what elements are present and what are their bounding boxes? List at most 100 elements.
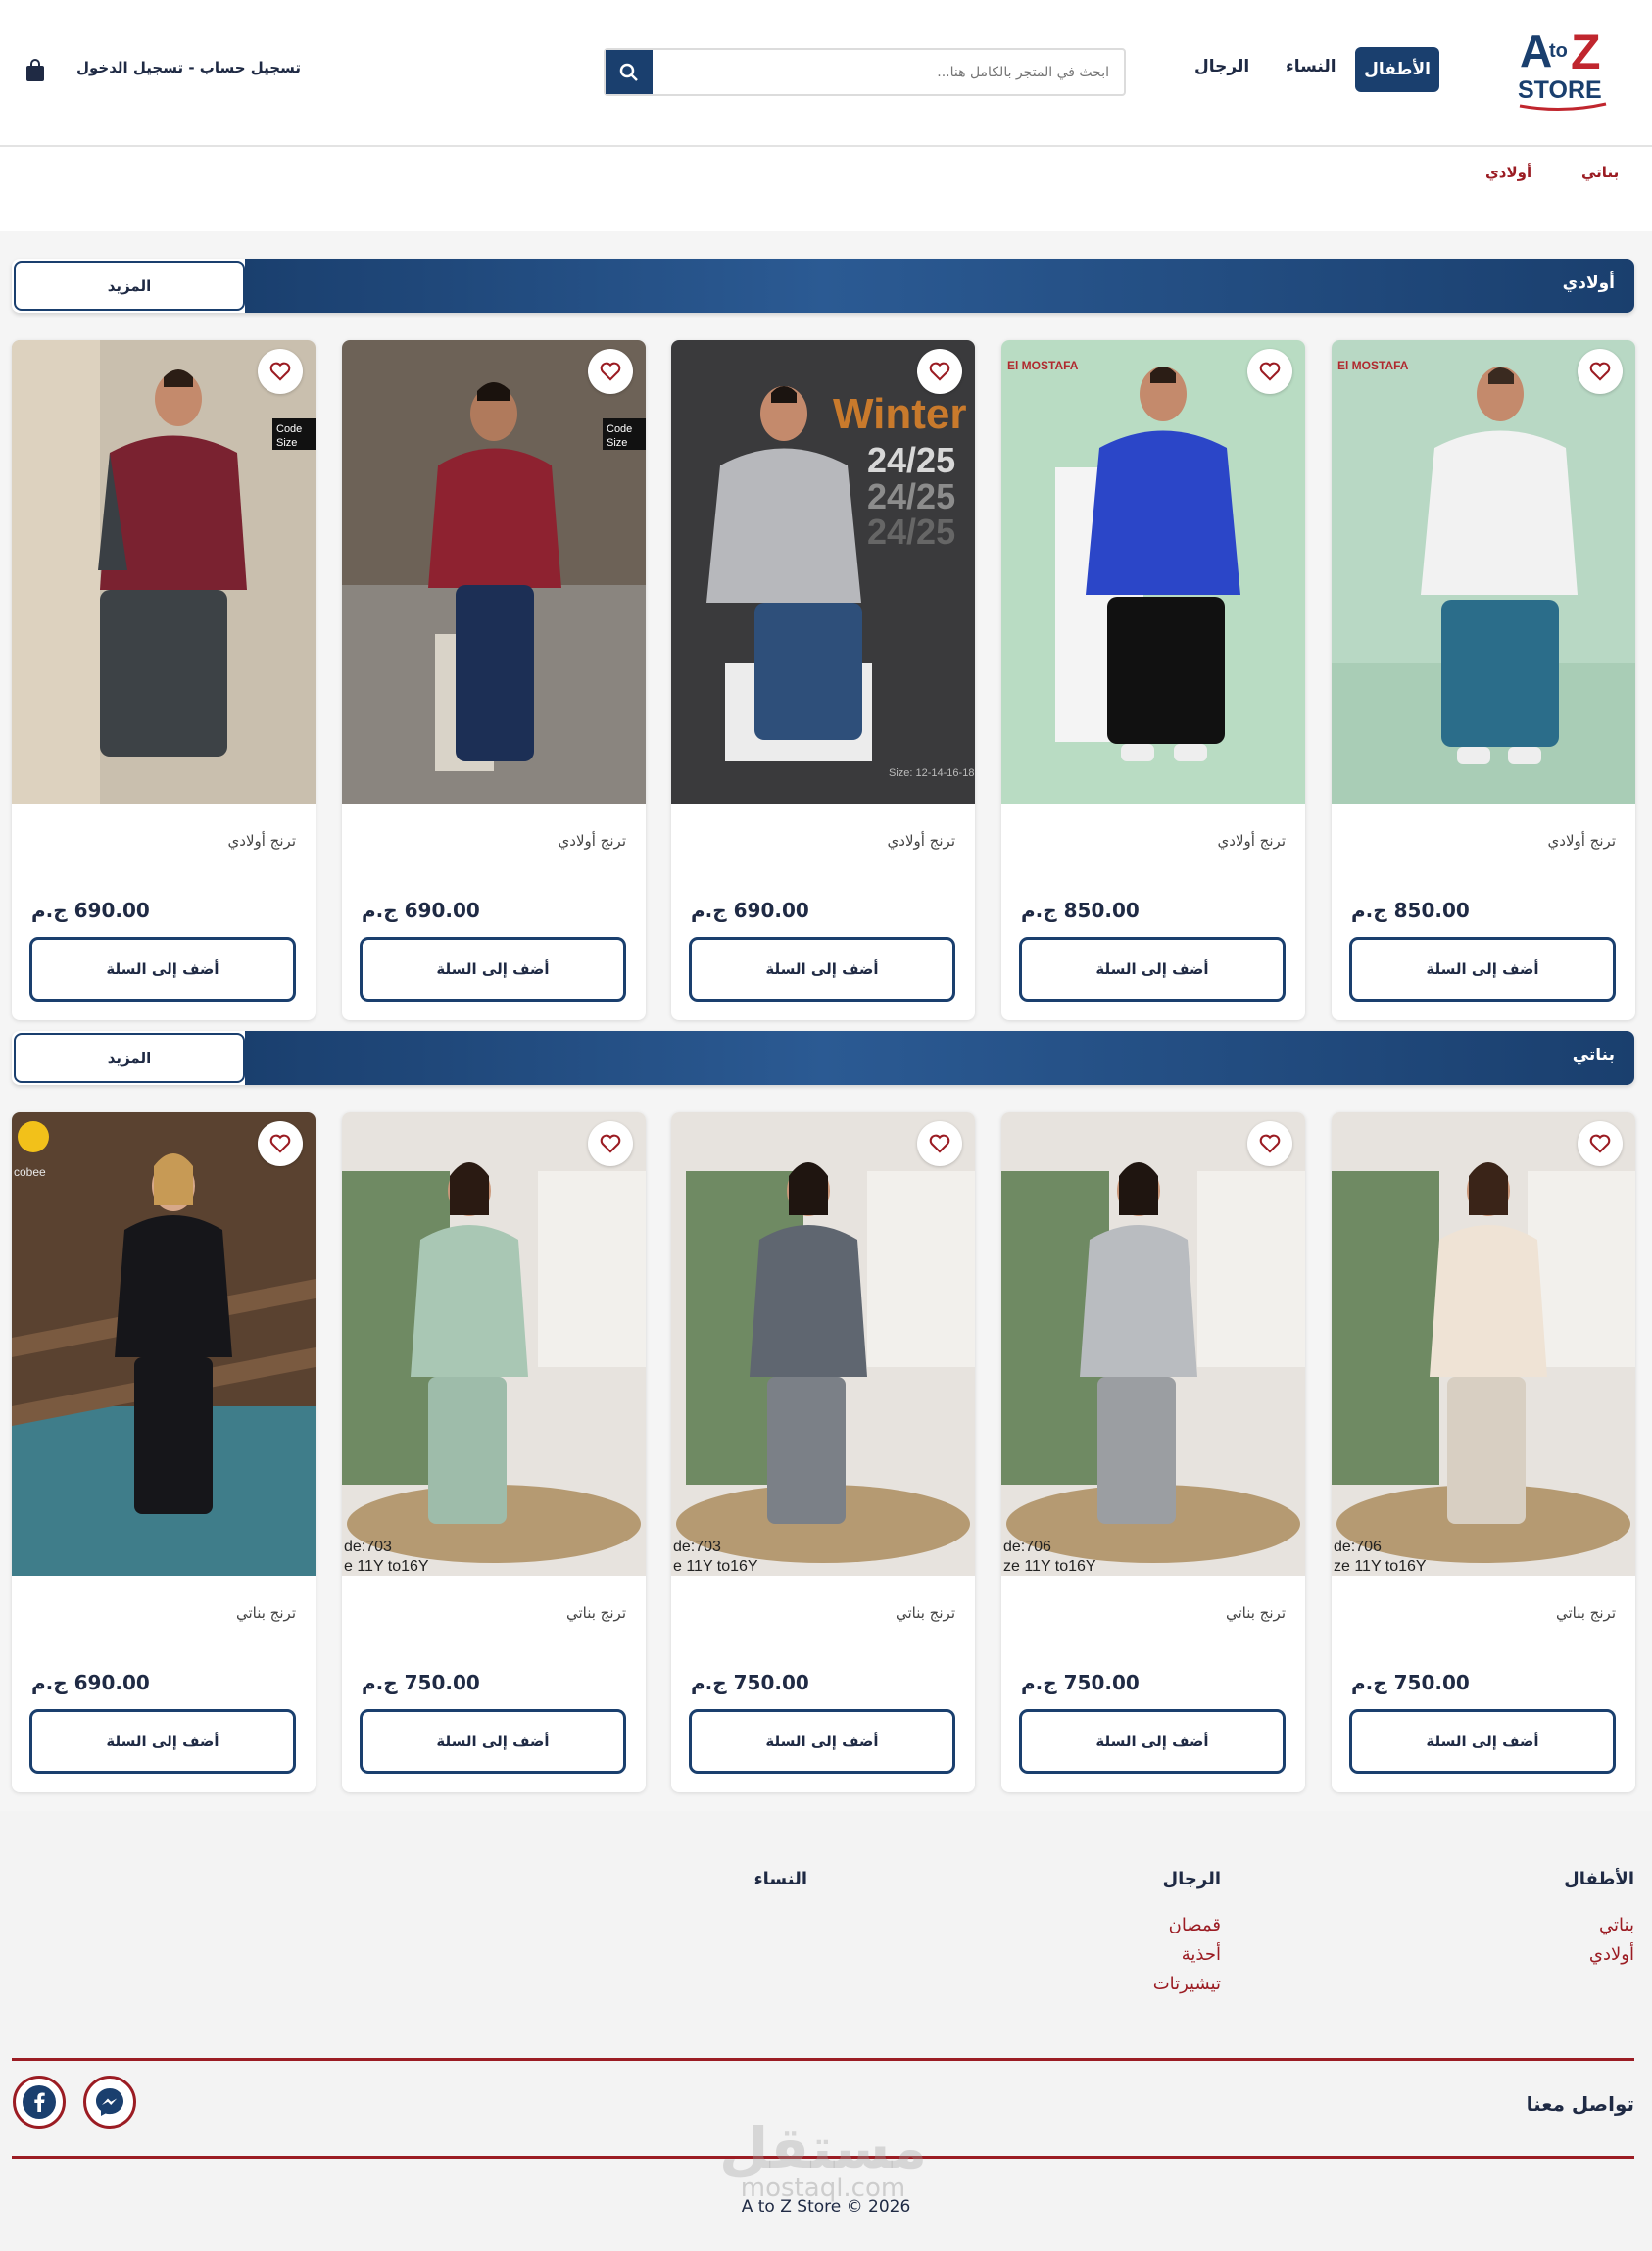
product-image[interactable]: cobee <box>12 1112 316 1576</box>
product-name: ترنج أولادي <box>887 832 955 850</box>
favorite-button[interactable] <box>917 1121 962 1166</box>
heart-icon <box>1589 362 1611 381</box>
svg-text:Code: Code <box>276 423 302 435</box>
svg-text:Size: Size <box>607 437 627 449</box>
heart-icon <box>929 1134 950 1153</box>
product-image[interactable]: Code Size <box>12 340 316 804</box>
product-name: ترنج بناتي <box>565 1604 626 1622</box>
product-name: ترنج بناتي <box>1225 1604 1286 1622</box>
heart-icon <box>600 1134 621 1153</box>
nav-men[interactable]: الرجال <box>1194 57 1249 76</box>
favorite-button[interactable] <box>1578 349 1623 394</box>
footer-link-boys[interactable]: أولادي <box>1589 1944 1634 1965</box>
more-button[interactable]: المزيد <box>14 1033 245 1083</box>
favorite-button[interactable] <box>258 1121 303 1166</box>
favorite-button[interactable] <box>917 349 962 394</box>
product-image[interactable]: Winter 24/25 24/25 24/25 Size: 12-14-16-… <box>671 340 975 804</box>
add-to-cart-button[interactable]: أضف إلى السلة <box>689 1709 955 1774</box>
footer-divider <box>12 2058 1634 2061</box>
footer-heading-men: الرجال <box>1162 1869 1221 1889</box>
svg-text:A: A <box>1520 25 1552 76</box>
heart-icon <box>269 362 291 381</box>
product-card[interactable]: de:703 e 11Y to16Y ترنج بناتي 750.00 ج.م… <box>342 1112 646 1792</box>
product-card[interactable]: El MOSTAFA ترنج أولادي 850.00 ج.م أضف إل… <box>1332 340 1635 1020</box>
svg-text:Size: Size <box>276 437 297 449</box>
svg-text:de:703: de:703 <box>344 1539 392 1555</box>
product-name: ترنج بناتي <box>1555 1604 1616 1622</box>
section-title: أولادي <box>1562 273 1615 293</box>
svg-text:STORE: STORE <box>1518 76 1602 104</box>
svg-text:El MOSTAFA: El MOSTAFA <box>1007 359 1079 372</box>
add-to-cart-button[interactable]: أضف إلى السلة <box>1349 937 1616 1002</box>
product-name: ترنج أولادي <box>227 832 296 850</box>
product-name: ترنج بناتي <box>235 1604 296 1622</box>
subnav-boys[interactable]: أولادي <box>1485 164 1531 181</box>
product-card[interactable]: cobee ترنج بناتي 690.00 ج.م أضف إلى السل… <box>12 1112 316 1792</box>
nav-women[interactable]: النساء <box>1286 57 1336 76</box>
product-image[interactable]: El MOSTAFA <box>1001 340 1305 804</box>
add-to-cart-button[interactable]: أضف إلى السلة <box>689 937 955 1002</box>
footer-link-tshirts[interactable]: تيشيرتات <box>1153 1974 1221 1994</box>
shopping-bag-icon[interactable] <box>25 59 45 82</box>
messenger-button[interactable] <box>83 2076 136 2129</box>
nav-kids[interactable]: الأطفال <box>1355 47 1439 92</box>
favorite-button[interactable] <box>588 1121 633 1166</box>
product-card[interactable]: de:703 e 11Y to16Y ترنج بناتي 750.00 ج.م… <box>671 1112 975 1792</box>
more-button[interactable]: المزيد <box>14 261 245 311</box>
footer-link-shirts[interactable]: قمصان <box>1169 1915 1221 1935</box>
login-register-link[interactable]: تسجيل حساب - تسجيل الدخول <box>76 59 301 76</box>
footer-link-shoes[interactable]: أحذية <box>1182 1944 1221 1965</box>
facebook-button[interactable] <box>13 2076 66 2129</box>
svg-text:to: to <box>1549 40 1568 62</box>
product-card[interactable]: El MOSTAFA ترنج أولادي 850.00 ج.م أضف إل… <box>1001 340 1305 1020</box>
product-image[interactable]: de:706 ze 11Y to16Y <box>1332 1112 1635 1576</box>
contact-title: تواصل معنا <box>1526 2092 1634 2116</box>
product-card[interactable]: de:706 ze 11Y to16Y ترنج بناتي 750.00 ج.… <box>1001 1112 1305 1792</box>
search-box <box>604 48 1126 96</box>
favorite-button[interactable] <box>588 349 633 394</box>
add-to-cart-button[interactable]: أضف إلى السلة <box>29 937 296 1002</box>
product-image[interactable]: de:703 e 11Y to16Y <box>671 1112 975 1576</box>
add-to-cart-button[interactable]: أضف إلى السلة <box>29 1709 296 1774</box>
search-input[interactable] <box>653 50 1123 94</box>
favorite-button[interactable] <box>1247 349 1292 394</box>
product-price: 750.00 ج.م <box>362 1671 480 1694</box>
svg-text:24/25: 24/25 <box>867 440 955 480</box>
search-button[interactable] <box>606 50 653 94</box>
search-icon <box>619 63 638 81</box>
add-to-cart-button[interactable]: أضف إلى السلة <box>1349 1709 1616 1774</box>
product-card[interactable]: Winter 24/25 24/25 24/25 Size: 12-14-16-… <box>671 340 975 1020</box>
product-card[interactable]: Code Size ترنج أولادي 690.00 ج.م أضف إلى… <box>12 340 316 1020</box>
footer-heading-kids: الأطفال <box>1564 1869 1634 1889</box>
messenger-icon <box>96 2088 123 2116</box>
favorite-button[interactable] <box>258 349 303 394</box>
heart-icon <box>269 1134 291 1153</box>
product-image[interactable]: El MOSTAFA <box>1332 340 1635 804</box>
favorite-button[interactable] <box>1578 1121 1623 1166</box>
heart-icon <box>600 362 621 381</box>
product-card[interactable]: Code Size ترنج أولادي 690.00 ج.م أضف إلى… <box>342 340 646 1020</box>
product-name: ترنج أولادي <box>558 832 626 850</box>
product-price: 850.00 ج.م <box>1351 899 1470 922</box>
svg-text:de:706: de:706 <box>1003 1539 1051 1555</box>
store-logo[interactable]: A to Z STORE <box>1514 18 1612 116</box>
product-price: 690.00 ج.م <box>31 899 150 922</box>
svg-text:Winter: Winter <box>833 390 967 438</box>
product-card[interactable]: de:706 ze 11Y to16Y ترنج بناتي 750.00 ج.… <box>1332 1112 1635 1792</box>
add-to-cart-button[interactable]: أضف إلى السلة <box>360 937 626 1002</box>
svg-text:Code: Code <box>607 423 632 435</box>
heart-icon <box>929 362 950 381</box>
product-price: 750.00 ج.م <box>691 1671 809 1694</box>
add-to-cart-button[interactable]: أضف إلى السلة <box>1019 937 1286 1002</box>
product-name: ترنج أولادي <box>1547 832 1616 850</box>
product-price: 690.00 ج.م <box>362 899 480 922</box>
add-to-cart-button[interactable]: أضف إلى السلة <box>1019 1709 1286 1774</box>
product-image[interactable]: de:703 e 11Y to16Y <box>342 1112 646 1576</box>
product-image[interactable]: Code Size <box>342 340 646 804</box>
product-image[interactable]: de:706 ze 11Y to16Y <box>1001 1112 1305 1576</box>
footer-link-girls[interactable]: بناتي <box>1599 1915 1634 1935</box>
subnav-girls[interactable]: بناتي <box>1581 164 1619 181</box>
favorite-button[interactable] <box>1247 1121 1292 1166</box>
product-name: ترنج أولادي <box>1217 832 1286 850</box>
add-to-cart-button[interactable]: أضف إلى السلة <box>360 1709 626 1774</box>
